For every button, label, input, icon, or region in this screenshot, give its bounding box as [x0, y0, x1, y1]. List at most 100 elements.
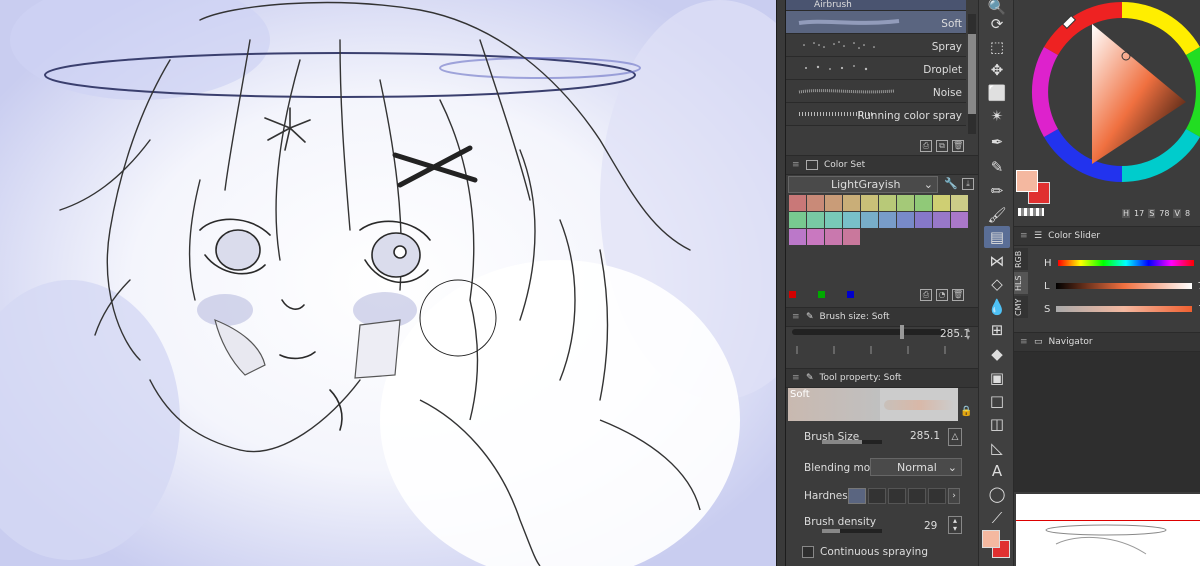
color-swatch[interactable] [807, 229, 824, 245]
figure-tool-icon[interactable]: □ [984, 390, 1010, 412]
color-swatch[interactable] [933, 195, 950, 211]
blend-tool-icon[interactable]: 💧 [984, 296, 1010, 318]
color-swatch[interactable] [897, 195, 914, 211]
move-tool-icon[interactable]: ✥ [984, 59, 1010, 81]
hardness-level-4[interactable] [908, 488, 926, 504]
hardness-level-3[interactable] [888, 488, 906, 504]
lightness-slider[interactable] [1055, 283, 1192, 289]
color-swatch[interactable] [807, 195, 824, 211]
blending-mode-dropdown[interactable]: Normal ⌄ [870, 458, 962, 476]
color-swatch[interactable] [879, 195, 896, 211]
size-preset-tick[interactable] [907, 346, 909, 354]
add-color-icon[interactable]: ⎙ [920, 289, 932, 301]
magic-wand-icon[interactable]: ✴ [984, 105, 1010, 127]
hardness-level-1[interactable] [848, 488, 866, 504]
color-swatch[interactable] [951, 212, 968, 228]
grip-icon[interactable]: ≡ [1020, 232, 1028, 241]
brush-item-droplet[interactable]: Droplet [786, 57, 966, 80]
mode-tab-rgb[interactable]: RGB [1014, 248, 1028, 270]
brush-density-bar[interactable] [822, 529, 882, 533]
color-swatch[interactable] [897, 212, 914, 228]
hue-slider[interactable] [1057, 260, 1194, 266]
brush-item-spray[interactable]: Spray [786, 34, 966, 57]
chevron-right-icon[interactable]: › [948, 488, 960, 504]
color-swatch[interactable] [825, 212, 842, 228]
brush-size-slider[interactable] [792, 325, 952, 339]
correct-line-tool-icon[interactable]: ⟋ [984, 507, 1010, 529]
copy-brush-icon[interactable]: ⧉ [936, 140, 948, 152]
delete-color-icon[interactable]: 🗑 [952, 289, 964, 301]
ruler-tool-icon[interactable]: ◺ [984, 437, 1010, 459]
hardness-level-5[interactable] [928, 488, 946, 504]
color-swatch[interactable] [879, 212, 896, 228]
color-swatch[interactable] [915, 195, 932, 211]
main-color-chip[interactable] [1016, 170, 1038, 192]
pressure-toggle-icon[interactable]: △ [948, 428, 962, 446]
color-set-dropdown[interactable]: LightGrayish ⌄ [788, 176, 938, 193]
decoration-tool-icon[interactable]: ⋈ [984, 250, 1010, 272]
selection-tool-icon[interactable]: ⬜ [984, 82, 1010, 104]
navigator-header[interactable]: ≡ ▭ Navigator [1014, 332, 1200, 352]
brush-item-running-color-spray[interactable]: Running color spray [786, 103, 966, 126]
color-set-header[interactable]: ≡ Color Set [786, 155, 978, 175]
brush-size-header[interactable]: ≡ ✎ Brush size: Soft [786, 307, 978, 327]
delete-brush-icon[interactable]: 🗑 [952, 140, 964, 152]
color-swatch[interactable] [825, 229, 842, 245]
slider-handle[interactable] [900, 325, 904, 339]
color-swatch[interactable] [789, 212, 806, 228]
size-preset-tick[interactable] [944, 346, 946, 354]
spin-arrows-icon[interactable]: ▴ ▾ [948, 516, 962, 534]
hardness-level-2[interactable] [868, 488, 886, 504]
brush-group-header[interactable]: Airbrush [786, 0, 966, 11]
grid-ruler-icon[interactable]: ⊞ [984, 319, 1010, 341]
import-icon[interactable]: ⤓ [962, 178, 974, 190]
color-swatch[interactable] [861, 212, 878, 228]
rotate-tool-icon[interactable]: ⟳ [984, 13, 1010, 35]
main-color-swatch[interactable] [982, 530, 1000, 548]
color-swatch[interactable] [825, 195, 842, 211]
eyedropper-icon[interactable]: ✒ [984, 131, 1010, 153]
color-swatch[interactable] [861, 195, 878, 211]
eraser-tool-icon[interactable]: ◇ [984, 273, 1010, 295]
gradient-tool-icon[interactable]: ▣ [984, 367, 1010, 389]
color-swatch[interactable] [915, 212, 932, 228]
brush-item-noise[interactable]: Noise [786, 80, 966, 103]
pen-tool-icon[interactable]: ✎ [984, 156, 1010, 178]
color-swatch[interactable] [843, 195, 860, 211]
grip-icon[interactable]: ≡ [1020, 338, 1028, 347]
size-preset-tick[interactable] [833, 346, 835, 354]
scroll-thumb[interactable] [968, 34, 976, 114]
mode-tab-hls[interactable]: HLS [1014, 272, 1028, 294]
color-swatch[interactable] [843, 229, 860, 245]
navigator-preview[interactable] [1016, 494, 1200, 566]
color-swatch[interactable] [789, 195, 806, 211]
frame-tool-icon[interactable]: ◫ [984, 413, 1010, 435]
color-swatch[interactable] [807, 212, 824, 228]
color-swatch[interactable] [933, 212, 950, 228]
brush-item-soft[interactable]: Soft [786, 11, 966, 34]
color-swatch[interactable] [951, 195, 968, 211]
pencil-tool-icon[interactable]: ✏ [984, 180, 1010, 202]
size-preset-tick[interactable] [870, 346, 872, 354]
object-tool-icon[interactable]: ⬚ [984, 36, 1010, 58]
airbrush-tool-icon[interactable]: ▤ [984, 226, 1010, 248]
brush-tool-icon[interactable]: 🖌 [984, 204, 1010, 226]
brush-list-scrollbar[interactable] [968, 14, 976, 134]
drawing-canvas[interactable] [0, 0, 776, 566]
brush-size-bar[interactable] [822, 440, 882, 444]
new-brush-icon[interactable]: ⎙ [920, 140, 932, 152]
grip-icon[interactable]: ≡ [792, 374, 800, 383]
brush-size-number[interactable]: 285.1 [910, 430, 940, 442]
spin-arrows-icon[interactable]: ▴ ▾ [966, 326, 970, 342]
fill-tool-icon[interactable]: ◆ [984, 343, 1010, 365]
eyedrop-color-icon[interactable]: ◔ [936, 289, 948, 301]
wrench-icon[interactable]: 🔧 [944, 177, 958, 190]
transparent-color-chip[interactable] [1018, 208, 1044, 216]
color-swatch[interactable] [843, 212, 860, 228]
brush-density-value[interactable]: 29 [924, 520, 937, 532]
continuous-spraying-checkbox[interactable] [802, 546, 814, 558]
grip-icon[interactable]: ≡ [792, 161, 800, 170]
saturation-slider[interactable] [1056, 306, 1193, 312]
tool-property-header[interactable]: ≡ ✎ Tool property: Soft [786, 368, 978, 388]
text-tool-icon[interactable]: A [984, 460, 1010, 482]
